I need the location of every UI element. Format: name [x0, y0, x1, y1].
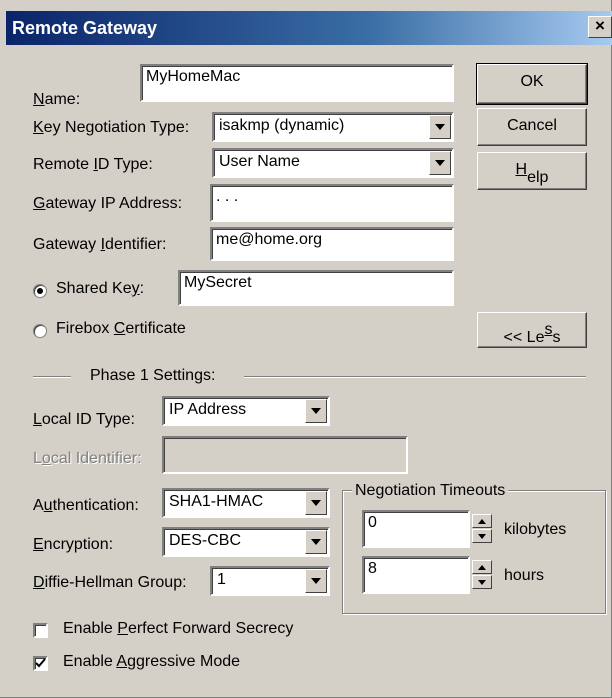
encryption-label: Encryption:	[33, 536, 114, 553]
key-negotiation-type-label: Key Negotiation Type:	[33, 119, 190, 136]
key-negotiation-type-value: isakmp (dynamic)	[219, 117, 345, 134]
hours-unit: hours	[504, 567, 545, 584]
gateway-identifier-label: Gateway Identifier:	[33, 236, 167, 253]
close-button[interactable]: ×	[588, 16, 612, 38]
dropdown-arrow-icon[interactable]	[305, 491, 327, 515]
gateway-ip-input[interactable]: . . .	[210, 184, 454, 222]
local-identifier-input[interactable]	[162, 436, 408, 474]
key-negotiation-type-select[interactable]: isakmp (dynamic)	[212, 112, 454, 142]
firebox-certificate-label: Firebox Certificate	[56, 320, 186, 337]
kilobytes-unit: kilobytes	[504, 521, 567, 538]
authentication-label: Authentication:	[33, 497, 139, 514]
remote-id-type-label: Remote ID Type:	[33, 156, 153, 173]
authentication-value: SHA1-HMAC	[169, 493, 264, 510]
negotiation-timeouts-heading: Negotiation Timeouts	[352, 482, 509, 500]
kilobytes-input[interactable]: 0	[362, 510, 470, 548]
aggressive-mode-label: Enable Aggressive Mode	[63, 653, 241, 670]
local-id-type-value: IP Address	[169, 401, 247, 418]
cancel-button[interactable]: Cancel	[477, 108, 587, 146]
separator-right	[244, 376, 586, 378]
remote-gateway-dialog: Remote Gateway × Name: MyHomeMac Key Neg…	[0, 0, 612, 698]
dropdown-arrow-icon[interactable]	[429, 151, 451, 175]
gateway-ip-label: Gateway IP Address:	[33, 195, 183, 212]
kilobytes-spinner[interactable]	[472, 514, 492, 544]
encryption-value: DES-CBC	[169, 532, 242, 549]
radio-selected-dot	[37, 288, 43, 294]
spin-up-icon[interactable]	[472, 514, 492, 528]
dh-group-value: 1	[217, 571, 226, 588]
ok-button[interactable]: OK	[476, 63, 588, 105]
shared-key-radio[interactable]	[33, 284, 47, 298]
title-bar: Remote Gateway ×	[6, 11, 612, 45]
window-title: Remote Gateway	[12, 18, 158, 38]
dropdown-arrow-icon[interactable]	[305, 569, 327, 593]
remote-id-type-value: User Name	[219, 153, 300, 170]
dh-group-label: Diffie-Hellman Group:	[33, 574, 187, 591]
dropdown-arrow-icon[interactable]	[429, 115, 451, 139]
dh-group-select[interactable]: 1	[210, 566, 330, 596]
encryption-select[interactable]: DES-CBC	[162, 527, 330, 557]
phase1-settings-heading: Phase 1 Settings:	[90, 367, 216, 384]
negotiation-timeouts-group	[342, 490, 606, 614]
remote-id-type-select[interactable]: User Name	[212, 148, 454, 178]
local-id-type-select[interactable]: IP Address	[162, 396, 330, 426]
pfs-label: Enable Perfect Forward Secrecy	[63, 620, 294, 637]
checkmark-icon	[35, 658, 46, 668]
hours-spinner[interactable]	[472, 560, 492, 590]
dropdown-arrow-icon[interactable]	[305, 399, 327, 423]
shared-key-input[interactable]: MySecret	[178, 270, 454, 306]
hours-input[interactable]: 8	[362, 556, 470, 594]
close-icon: ×	[595, 16, 605, 35]
spin-up-icon[interactable]	[472, 560, 492, 574]
aggressive-mode-checkbox[interactable]	[33, 656, 48, 671]
firebox-certificate-radio[interactable]	[33, 324, 47, 338]
local-id-type-label: Local ID Type:	[33, 411, 135, 428]
name-label: Name:	[33, 91, 81, 108]
pfs-checkbox[interactable]	[33, 623, 48, 638]
dropdown-arrow-icon[interactable]	[305, 530, 327, 554]
less-button[interactable]: << Less	[477, 312, 587, 348]
shared-key-label: Shared Key:	[56, 280, 145, 297]
authentication-select[interactable]: SHA1-HMAC	[162, 488, 330, 518]
spin-down-icon[interactable]	[472, 529, 492, 543]
gateway-identifier-input[interactable]: me@home.org	[210, 227, 454, 261]
separator-left	[33, 376, 71, 378]
local-identifier-label: Local Identifier:	[33, 450, 142, 467]
spin-down-icon[interactable]	[472, 575, 492, 589]
name-input[interactable]: MyHomeMac	[140, 64, 454, 102]
help-button[interactable]: Help	[477, 152, 587, 190]
